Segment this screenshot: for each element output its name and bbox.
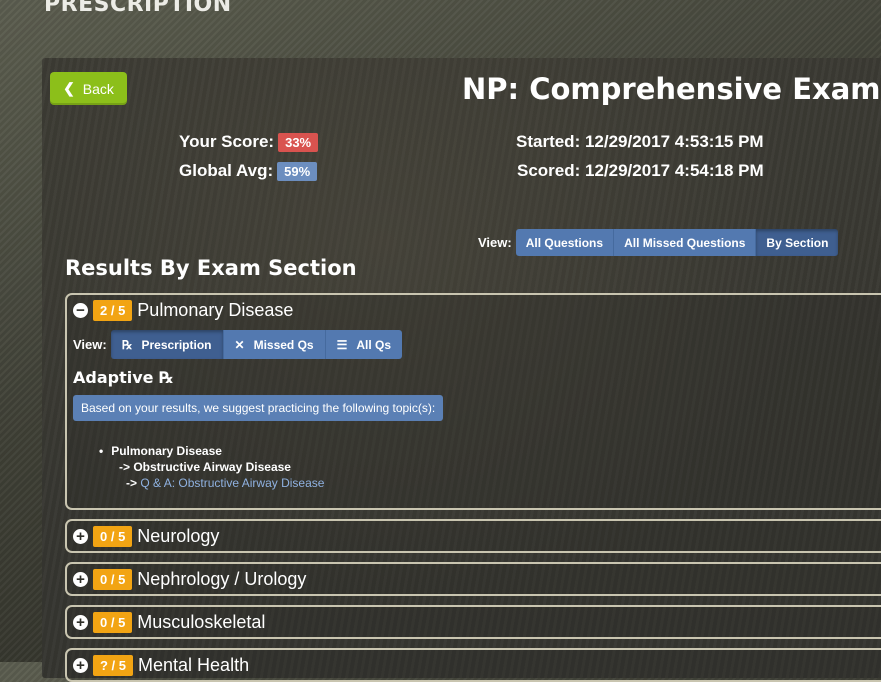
x-icon: ✕ [234, 337, 245, 352]
missed-qs-tab[interactable]: ✕ Missed Qs [223, 330, 326, 359]
expand-icon[interactable]: + [73, 528, 88, 544]
link-item: -> Q & A: Obstructive Airway Disease [113, 475, 881, 491]
your-score: Your Score: 33% [179, 132, 319, 152]
view-by-section-button[interactable]: By Section [756, 229, 839, 256]
results-panel: ❮ Back NP: Comprehensive Exam Your Score… [42, 58, 881, 682]
section-score-badge: 0 / 5 [93, 611, 133, 633]
chevron-left-icon: ❮ [63, 80, 75, 96]
section-score-badge: 0 / 5 [93, 525, 133, 547]
section-view-label: View: [73, 337, 107, 352]
section-header[interactable]: + 0 / 5 Nephrology / Urology [67, 564, 881, 594]
topic-list: Pulmonary Disease -> Obstructive Airway … [111, 443, 881, 491]
global-average: Global Avg: 59% [179, 161, 318, 181]
view-toggle: View: All Questions All Missed Questions… [478, 229, 839, 256]
suggestion-banner: Based on your results, we suggest practi… [73, 395, 444, 421]
page-header: PRESCRIPTION [44, 0, 232, 17]
back-button[interactable]: ❮ Back [50, 72, 127, 105]
expand-icon[interactable]: + [73, 614, 88, 630]
list-icon: ☰ [336, 337, 348, 352]
all-qs-tab[interactable]: ☰ All Qs [325, 330, 403, 359]
section-musculoskeletal[interactable]: + 0 / 5 Musculoskeletal [65, 605, 881, 639]
section-header[interactable]: − 2 / 5 Pulmonary Disease [67, 295, 881, 325]
results-section-title: Results By Exam Section [65, 256, 357, 280]
section-header[interactable]: + ? / 5 Mental Health [67, 650, 881, 680]
expand-icon[interactable]: + [73, 571, 88, 587]
scored-time: Scored: 12/29/2017 4:54:18 PM [517, 161, 764, 180]
qa-link[interactable]: Q & A: Obstructive Airway Disease [140, 476, 324, 490]
view-all-missed-button[interactable]: All Missed Questions [614, 229, 757, 256]
back-label: Back [82, 80, 114, 97]
topic-item: Pulmonary Disease [111, 443, 881, 459]
global-label: Global Avg: [179, 161, 274, 180]
all-qs-tab-label: All Qs [356, 337, 392, 352]
section-header[interactable]: + 0 / 5 Musculoskeletal [67, 607, 881, 637]
expand-icon[interactable]: + [73, 657, 88, 673]
started-time: Started: 12/29/2017 4:53:15 PM [516, 132, 764, 151]
subtopic-item: -> Obstructive Airway Disease [119, 460, 291, 474]
section-pulmonary: − 2 / 5 Pulmonary Disease View: ℞ Prescr… [65, 293, 881, 510]
prescription-tab[interactable]: ℞ Prescription [110, 330, 224, 359]
section-score-badge: ? / 5 [93, 654, 134, 676]
section-view-buttons: ℞ Prescription ✕ Missed Qs ☰ All Qs [110, 330, 403, 359]
adaptive-title: Adaptive ℞ [73, 368, 174, 387]
view-label: View: [478, 235, 512, 250]
view-all-questions-button[interactable]: All Questions [515, 229, 615, 256]
global-badge: 59% [277, 161, 318, 181]
missed-qs-tab-label: Missed Qs [253, 337, 314, 352]
section-name: Mental Health [138, 654, 250, 675]
section-name: Nephrology / Urology [137, 568, 307, 589]
section-score-badge: 0 / 5 [93, 568, 133, 590]
prescription-tab-label: Prescription [141, 337, 212, 352]
link-arrow: -> [126, 476, 138, 490]
section-score-badge: 2 / 5 [93, 299, 133, 321]
section-neurology[interactable]: + 0 / 5 Neurology [65, 519, 881, 553]
section-name: Neurology [137, 525, 220, 546]
score-label: Your Score: [179, 132, 275, 151]
section-mental-health[interactable]: + ? / 5 Mental Health [65, 648, 881, 682]
section-header[interactable]: + 0 / 5 Neurology [67, 521, 881, 551]
topic-text: Pulmonary Disease [111, 444, 222, 458]
view-button-group: All Questions All Missed Questions By Se… [515, 229, 839, 256]
score-badge: 33% [278, 132, 319, 152]
collapse-icon[interactable]: − [73, 302, 88, 318]
section-name: Pulmonary Disease [137, 299, 294, 320]
section-name: Musculoskeletal [137, 611, 266, 632]
section-nephrology[interactable]: + 0 / 5 Nephrology / Urology [65, 562, 881, 596]
rx-icon: ℞ [121, 337, 133, 352]
section-view-toggle: View: ℞ Prescription ✕ Missed Qs ☰ All Q… [73, 330, 881, 359]
exam-title: NP: Comprehensive Exam [462, 72, 881, 106]
